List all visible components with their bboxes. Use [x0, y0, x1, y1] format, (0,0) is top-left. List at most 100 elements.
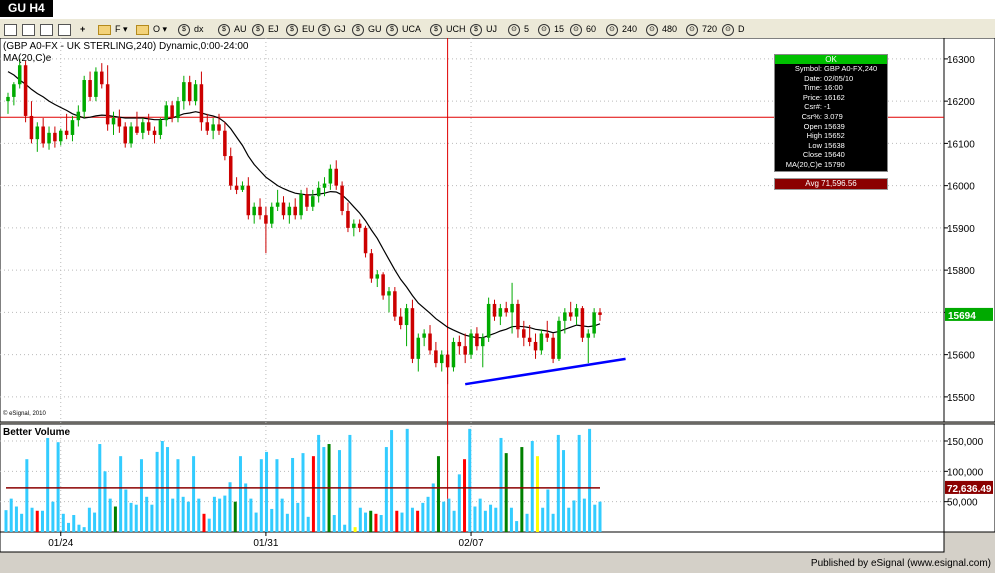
toolbar-symbol-button-11[interactable]: $ GJ	[318, 22, 346, 36]
candle-body	[141, 122, 145, 133]
toolbar-folder-button-6[interactable]: O ▾	[136, 22, 167, 36]
volume-bar	[228, 482, 232, 532]
toolbar-chart-button-2[interactable]	[40, 22, 55, 36]
toolbar-label: GJ	[334, 24, 346, 34]
candle-body	[182, 82, 186, 102]
candle-body	[369, 253, 374, 279]
candle-body	[193, 84, 198, 102]
volume-bar	[504, 453, 508, 532]
candle-body	[305, 194, 309, 207]
volume-bar	[166, 447, 170, 532]
data-window-row: Symbol: GBP A0-FX,240	[775, 64, 887, 74]
toolbar-interval-button-20[interactable]: ⊙ 480	[646, 22, 677, 36]
candle-body	[64, 130, 69, 135]
candle-body	[117, 118, 122, 127]
volume-bar	[218, 498, 222, 532]
volume-bar	[160, 440, 164, 532]
toolbar-interval-button-22[interactable]: ⊙ D	[722, 22, 745, 36]
volume-bar	[598, 501, 602, 532]
volume-bar	[551, 513, 555, 532]
candle-body	[375, 274, 380, 279]
volume-bar	[202, 513, 206, 532]
candle-body	[53, 132, 57, 142]
toolbar-symbol-button-10[interactable]: $ EU	[286, 22, 315, 36]
toolbar-symbol-button-12[interactable]: $ GU	[352, 22, 382, 36]
folder-icon	[98, 24, 111, 35]
data-window-row: Price: 16162	[775, 93, 887, 103]
candle-body	[393, 291, 397, 317]
toolbar-interval-button-16[interactable]: ⊙ 5	[508, 22, 529, 36]
volume-bar	[525, 513, 529, 532]
symbol-icon: $	[318, 23, 330, 36]
toolbar-interval-button-18[interactable]: ⊙ 60	[570, 22, 596, 36]
toolbar-symbol-button-9[interactable]: $ EJ	[252, 22, 279, 36]
toolbar-symbol-button-14[interactable]: $ UCH	[430, 22, 466, 36]
toolbar-folder-button-5[interactable]: F ▾	[98, 22, 128, 36]
symbol-icon: $	[178, 23, 190, 36]
candle-body	[23, 65, 28, 116]
volume-bar	[395, 510, 399, 532]
candle-body	[311, 196, 315, 207]
interval-icon: ⊙	[508, 23, 520, 36]
toolbar-label: EU	[302, 24, 315, 34]
toolbar-cross-button-4[interactable]: +	[78, 22, 85, 36]
toolbar-interval-button-19[interactable]: ⊙ 240	[606, 22, 637, 36]
data-window-key: Csr%:	[801, 111, 822, 121]
volume-bar	[390, 430, 394, 532]
window-title[interactable]: GU H4	[0, 0, 53, 17]
data-window-value: 3.079	[824, 111, 843, 121]
candle-body	[398, 316, 403, 326]
candle-body	[29, 115, 34, 140]
candle-body	[357, 223, 362, 228]
candle-body	[135, 126, 139, 133]
volume-bar	[509, 507, 513, 532]
candle-body	[498, 308, 503, 317]
toolbar-symbol-button-15[interactable]: $ UJ	[470, 22, 497, 36]
toolbar-interval-button-17[interactable]: ⊙ 15	[538, 22, 564, 36]
candle-body	[158, 120, 163, 135]
toolbar-interval-button-21[interactable]: ⊙ 720	[686, 22, 717, 36]
candle-body	[557, 320, 561, 359]
volume-bar	[436, 456, 440, 532]
toolbar-symbol-button-7[interactable]: $ dx	[178, 22, 204, 36]
candle-body	[428, 333, 432, 351]
symbol-icon: $	[218, 23, 230, 36]
candle-body	[586, 333, 591, 338]
candle-body	[527, 337, 532, 342]
volume-bar	[452, 510, 456, 532]
price-tick-label: 15900	[947, 224, 975, 235]
candle-body	[592, 312, 596, 334]
volume-bar	[212, 496, 216, 532]
data-window-key: Time:	[803, 83, 822, 93]
candle-body	[100, 71, 104, 85]
volume-bar	[374, 513, 378, 532]
volume-bar	[207, 518, 211, 532]
volume-bar	[244, 483, 248, 532]
candle-body	[522, 329, 526, 338]
volume-bar	[416, 510, 420, 532]
candlestick	[393, 287, 397, 321]
volume-bar	[311, 456, 315, 532]
candle-body	[475, 333, 479, 347]
bars-icon	[4, 23, 17, 36]
toolbar-label: UCA	[402, 24, 422, 34]
toolbar-page-button-1[interactable]	[22, 22, 37, 36]
interval-icon: ⊙	[570, 23, 582, 36]
volume-bar	[155, 451, 159, 532]
volume-bar	[30, 507, 34, 532]
toolbar-symbol-button-13[interactable]: $ UCA	[386, 22, 421, 36]
candle-body	[416, 337, 421, 359]
candlestick	[551, 333, 555, 364]
volume-bar	[483, 510, 487, 532]
data-window-value: 16:00	[824, 83, 843, 93]
candle-body	[35, 126, 40, 140]
candle-body	[457, 341, 462, 347]
ma-legend-label: MA(20,C)e	[3, 53, 52, 64]
volume-bar	[270, 508, 274, 532]
toolbar-bars-button-0[interactable]	[4, 22, 19, 36]
price-tick-label: 16300	[947, 55, 975, 66]
candle-body	[129, 126, 133, 144]
candlestick	[23, 61, 28, 123]
toolbar-window-button-3[interactable]	[58, 22, 73, 36]
toolbar-symbol-button-8[interactable]: $ AU	[218, 22, 247, 36]
